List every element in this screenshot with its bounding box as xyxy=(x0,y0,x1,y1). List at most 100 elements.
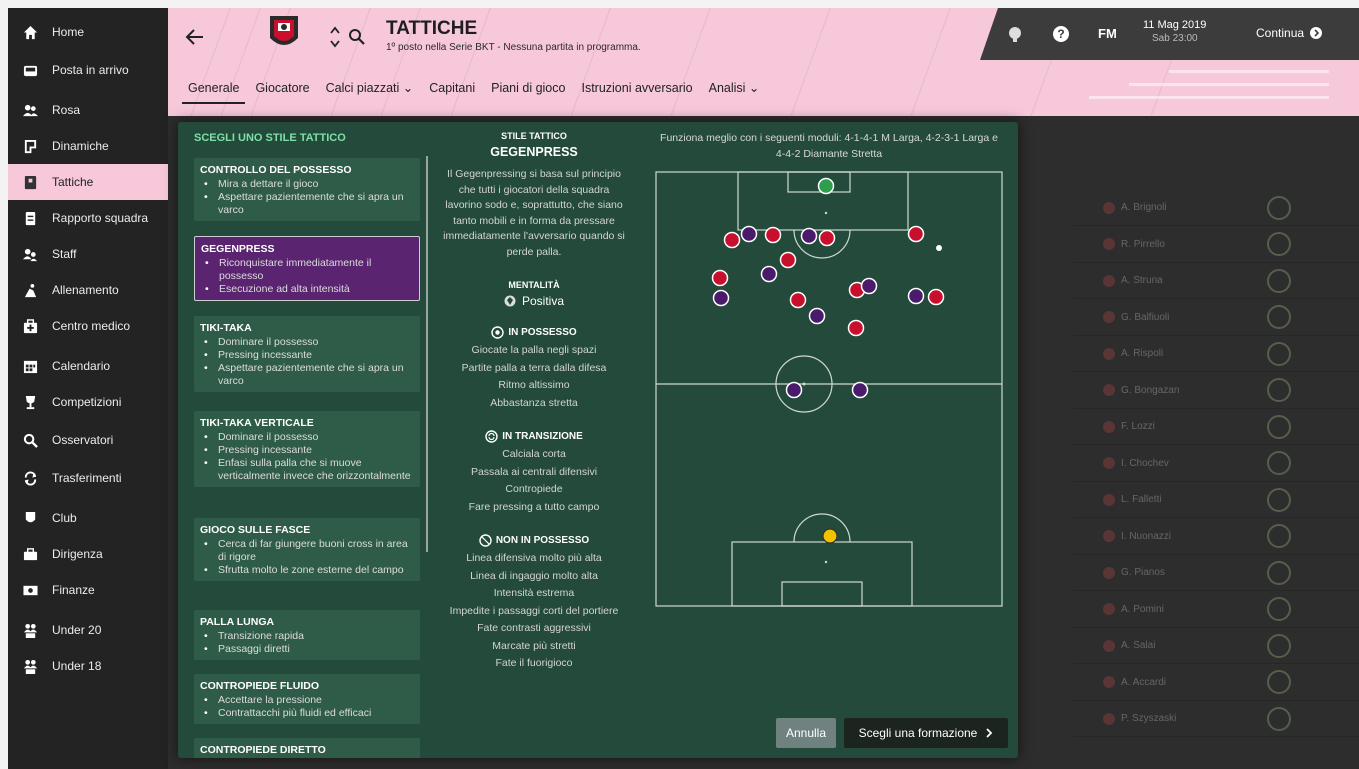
table-row[interactable]: G. Pianos xyxy=(1073,555,1359,591)
shirt-icon xyxy=(1103,238,1115,250)
condition-icon xyxy=(1267,268,1291,293)
table-row[interactable]: P. Szyszaski xyxy=(1073,701,1359,737)
player-name: R. Pirrello xyxy=(1121,238,1165,250)
table-row[interactable]: I. Chochev xyxy=(1073,446,1359,482)
player-marker xyxy=(723,231,741,249)
switch-club-icon[interactable] xyxy=(330,24,340,50)
sidebar-item-label: Staff xyxy=(52,247,77,261)
table-row[interactable]: A. Salai xyxy=(1073,628,1359,664)
player-name: A. Rispoli xyxy=(1121,348,1164,359)
sidebar-item-home[interactable]: Home xyxy=(8,14,168,50)
instruction-line: Fate il fuorigioco xyxy=(495,657,573,669)
sidebar-item-report[interactable]: Rapporto squadra xyxy=(8,200,168,236)
table-row[interactable]: I. Nuonazzi xyxy=(1073,519,1359,555)
cancel-button[interactable]: Annulla xyxy=(776,718,836,748)
sidebar-item-label: Dirigenza xyxy=(52,547,103,561)
style-card-contropiede-diretto[interactable]: CONTROPIEDE DIRETTO xyxy=(194,738,420,758)
choose-formation-button[interactable]: Scegli una formazione xyxy=(844,718,1008,748)
tab-istruzioni-avversario[interactable]: Istruzioni avversario xyxy=(575,78,698,104)
tab-capitani[interactable]: Capitani xyxy=(423,78,481,104)
tab-piani-di-gioco[interactable]: Piani di gioco xyxy=(485,78,571,104)
sidebar-item-competitions[interactable]: Competizioni xyxy=(8,384,168,420)
style-point: Mira a dettare il gioco xyxy=(204,178,414,191)
table-row[interactable]: A. Accardi xyxy=(1073,665,1359,701)
tab-generale[interactable]: Generale xyxy=(182,78,246,104)
table-row[interactable]: A. Pomini xyxy=(1073,592,1359,628)
style-card-contropiede-fluido[interactable]: CONTROPIEDE FLUIDO Accettare la pression… xyxy=(194,674,420,724)
shirt-icon xyxy=(1103,347,1115,360)
style-card-tiki-taka-verticale[interactable]: TIKI-TAKA VERTICALE Dominare il possesso… xyxy=(194,411,420,487)
in-possession-label: IN POSSESSO xyxy=(508,327,577,338)
table-row[interactable]: L. Falletti xyxy=(1073,482,1359,518)
style-card-tiki-taka[interactable]: TIKI-TAKA Dominare il possessoPressing i… xyxy=(194,316,420,392)
style-point: Aspettare pazientemente che si apra un v… xyxy=(204,191,414,217)
player-marker xyxy=(847,319,865,337)
sidebar-item-label: Dinamiche xyxy=(52,139,109,153)
style-card-controllo-del-possesso[interactable]: CONTROLLO DEL POSSESSO Mira a dettare il… xyxy=(194,158,420,221)
table-row[interactable]: R. Pirrello xyxy=(1073,227,1359,263)
sidebar-item-medical[interactable]: Centro medico xyxy=(8,308,168,344)
tab-calci-piazzati[interactable]: Calci piazzati ⌄ xyxy=(320,78,420,104)
table-row[interactable]: F. Lozzi xyxy=(1073,409,1359,445)
sidebar-item-finances[interactable]: Finanze xyxy=(8,572,168,608)
style-name: GEGENPRESS xyxy=(201,243,275,255)
style-list-scrollbar[interactable] xyxy=(426,156,428,552)
player-marker xyxy=(789,291,807,309)
instruction-line: Intensità estrema xyxy=(493,587,575,599)
table-row[interactable]: G. Balfiuoli xyxy=(1073,300,1359,336)
continue-button[interactable]: Continua xyxy=(1256,26,1323,40)
player-name: A. Salai xyxy=(1121,640,1156,651)
sidebar-item-inbox[interactable]: Posta in arrivo xyxy=(8,52,168,88)
medical-icon xyxy=(22,318,38,334)
in-transition-list: Calciala corta Passala ai centrali difen… xyxy=(434,446,634,516)
back-arrow-icon[interactable] xyxy=(184,26,206,48)
instruction-line: Fate contrasti aggressivi xyxy=(477,622,591,634)
style-card-palla-lunga[interactable]: PALLA LUNGA Transizione rapidaPassaggi d… xyxy=(194,610,420,660)
style-point: Passaggi diretti xyxy=(204,643,414,656)
style-point: Accettare la pressione xyxy=(204,694,414,707)
style-name: CONTROPIEDE FLUIDO xyxy=(200,680,320,692)
condition-icon xyxy=(1267,195,1291,220)
fm-world-icon[interactable] xyxy=(1006,25,1024,43)
instruction-line: Giocate la palla negli spazi xyxy=(471,344,597,356)
opponent-marker xyxy=(712,289,730,307)
sidebar-item-club[interactable]: Club xyxy=(8,500,168,536)
style-point: Cerca di far giungere buoni cross in are… xyxy=(204,538,414,564)
style-description: Il Gegenpressing si basa sul principio c… xyxy=(443,168,625,258)
sidebar-item-u18[interactable]: Under 18 xyxy=(8,648,168,684)
sidebar-item-staff[interactable]: Staff xyxy=(8,236,168,272)
u20-icon xyxy=(22,622,38,638)
sidebar-item-label: Under 18 xyxy=(52,659,102,673)
sidebar-item-label: Osservatori xyxy=(52,433,114,447)
sidebar-item-squad[interactable]: Rosa xyxy=(8,92,168,128)
style-card-gegenpress[interactable]: GEGENPRESS Riconquistare immediatamente … xyxy=(194,236,420,301)
sidebar-item-transfers[interactable]: Trasferimenti xyxy=(8,460,168,496)
sidebar-item-tactics[interactable]: Tattiche xyxy=(8,164,168,200)
shirt-icon xyxy=(1103,201,1115,214)
opponent-players xyxy=(712,225,925,399)
player-name: G. Bongazan xyxy=(1121,384,1180,396)
sidebar-item-u20[interactable]: Under 20 xyxy=(8,612,168,648)
condition-icon xyxy=(1267,670,1291,694)
player-marker xyxy=(927,288,945,306)
sidebar-item-board[interactable]: Dirigenza xyxy=(8,536,168,572)
table-row[interactable]: A. Struna xyxy=(1073,263,1359,299)
search-icon[interactable] xyxy=(348,28,366,46)
instruction-line: Calciala corta xyxy=(502,448,566,460)
sidebar-item-dynamics[interactable]: Dinamiche xyxy=(8,128,168,164)
style-card-gioco-sulle-fasce[interactable]: GIOCO SULLE FASCE Cerca di far giungere … xyxy=(194,518,420,581)
style-name: PALLA LUNGA xyxy=(200,616,275,628)
sidebar-item-calendar[interactable]: Calendario xyxy=(8,348,168,384)
table-row[interactable]: G. Bongazan xyxy=(1073,373,1359,409)
table-row[interactable]: A. Brignoli xyxy=(1073,190,1359,226)
player-name: G. Pianos xyxy=(1121,567,1165,578)
tab-analisi[interactable]: Analisi ⌄ xyxy=(703,78,766,104)
sidebar-item-label: Centro medico xyxy=(52,319,131,333)
table-row[interactable]: A. Rispoli xyxy=(1073,336,1359,372)
sidebar-item-scouting[interactable]: Osservatori xyxy=(8,422,168,458)
fm-logo[interactable]: FM xyxy=(1098,26,1117,41)
help-icon[interactable]: ? xyxy=(1052,25,1070,43)
tab-giocatore[interactable]: Giocatore xyxy=(249,78,315,104)
staff-icon xyxy=(22,246,38,262)
sidebar-item-training[interactable]: Allenamento xyxy=(8,272,168,308)
